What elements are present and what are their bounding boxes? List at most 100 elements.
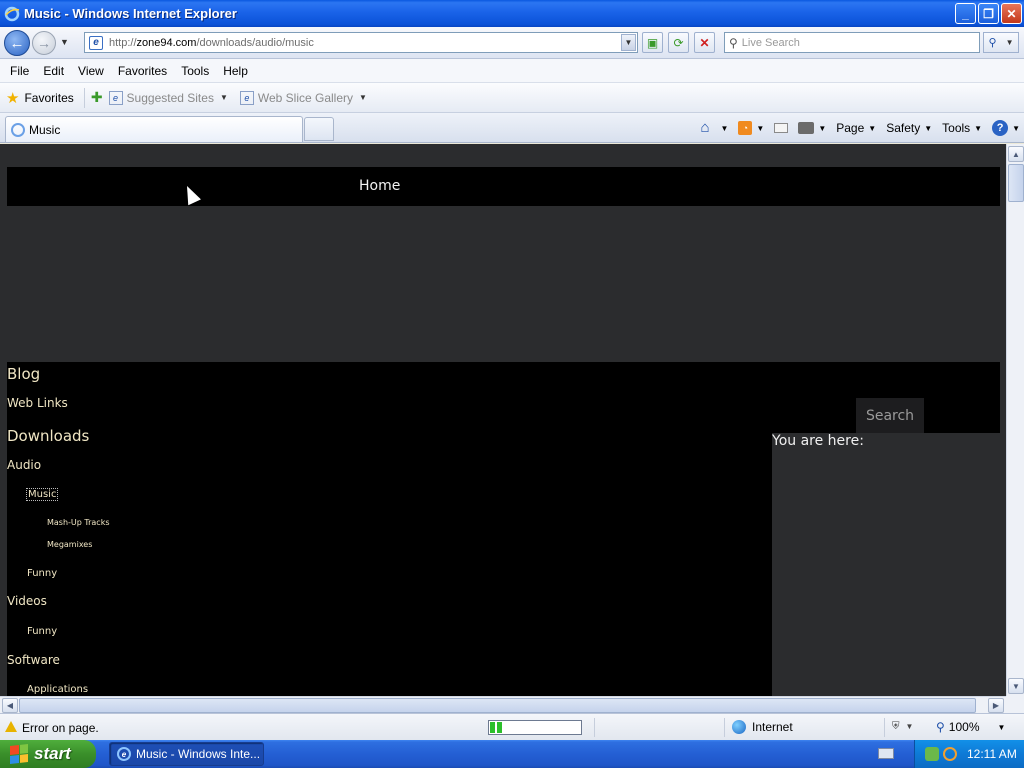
recent-pages-dropdown[interactable]: ▼ xyxy=(60,37,69,47)
protected-mode-button[interactable]: ⛨ ▼ xyxy=(892,721,913,732)
address-bar[interactable]: e http://zone94.com/downloads/audio/musi… xyxy=(84,32,638,53)
title-bar: Music - Windows Internet Explorer _ ❐ ✕ xyxy=(0,0,1024,27)
stop-button[interactable]: ✕ xyxy=(694,32,715,53)
home-link[interactable]: Home xyxy=(359,178,400,194)
vertical-scroll-thumb[interactable] xyxy=(1008,164,1024,202)
suggested-sites-link[interactable]: e Suggested Sites ▼ xyxy=(108,90,228,105)
tools-menu[interactable]: Tools ▼ xyxy=(942,121,982,135)
clock: 12:11 AM xyxy=(967,747,1017,761)
tab-music[interactable]: Music xyxy=(5,116,303,142)
new-tab-button[interactable] xyxy=(304,117,334,141)
tools-menu-label: Tools xyxy=(942,121,971,135)
chevron-down-icon: ▼ xyxy=(1012,123,1020,133)
chevron-down-icon: ▼ xyxy=(997,722,1006,732)
minimize-button[interactable]: _ xyxy=(955,3,976,24)
help-button[interactable]: ? ▼ xyxy=(992,120,1020,136)
menu-file[interactable]: File xyxy=(3,62,36,80)
safety-menu[interactable]: Safety ▼ xyxy=(886,121,932,135)
chevron-down-icon: ▼ xyxy=(359,93,367,102)
nav-audio-funny[interactable]: Funny xyxy=(27,568,57,579)
nav-web-links[interactable]: Web Links xyxy=(7,396,68,410)
chevron-down-icon: ▼ xyxy=(924,123,933,133)
loading-icon xyxy=(11,122,25,137)
suggested-sites-label: Suggested Sites xyxy=(126,90,214,105)
vertical-scrollbar[interactable]: ▲ ▼ xyxy=(1006,144,1024,696)
compatibility-view-button[interactable]: ▣ xyxy=(642,32,663,53)
chevron-down-icon: ▼ xyxy=(756,123,765,133)
feeds-button[interactable]: ◔ ▼ xyxy=(738,121,764,135)
nav-music[interactable]: Music xyxy=(26,488,59,501)
nav-mash-up-tracks[interactable]: Mash-Up Tracks xyxy=(47,518,110,527)
menu-help[interactable]: Help xyxy=(216,62,255,80)
menu-edit[interactable]: Edit xyxy=(36,62,71,80)
page-icon: e xyxy=(239,90,254,105)
nav-software[interactable]: Software xyxy=(7,653,60,667)
address-dropdown-button[interactable]: ▼ xyxy=(621,34,636,51)
nav-applications[interactable]: Applications xyxy=(27,684,88,695)
taskbar-window-item[interactable]: e Music - Windows Inte... xyxy=(109,742,264,766)
status-bar: Error on page. Internet ⛨ ▼ ⚲ 100% ▼ xyxy=(0,713,1024,740)
forward-button[interactable]: → xyxy=(32,31,56,55)
page-menu[interactable]: Page ▼ xyxy=(836,121,876,135)
ie-icon: e xyxy=(117,747,131,761)
menu-tools[interactable]: Tools xyxy=(174,62,216,80)
horizontal-scroll-thumb[interactable] xyxy=(19,698,976,713)
safety-menu-label: Safety xyxy=(886,121,921,135)
read-mail-button[interactable] xyxy=(774,123,789,133)
chevron-down-icon: ▼ xyxy=(219,93,228,102)
keyboard-icon[interactable] xyxy=(878,748,894,759)
back-button[interactable]: ← xyxy=(4,30,30,56)
print-button[interactable]: ▼ xyxy=(798,122,826,134)
nav-megamixes[interactable]: Megamixes xyxy=(47,540,92,549)
network-icon[interactable] xyxy=(925,747,939,761)
scroll-down-button[interactable]: ▼ xyxy=(1008,678,1024,694)
status-message[interactable]: Error on page. xyxy=(22,721,99,735)
search-options-dropdown[interactable]: ▼ xyxy=(1006,38,1014,47)
zoom-control[interactable]: ⚲ 100% ▼ xyxy=(936,720,1005,734)
printer-icon xyxy=(798,122,815,134)
nav-audio[interactable]: Audio xyxy=(7,458,41,472)
scroll-left-button[interactable]: ◀ xyxy=(2,698,18,713)
nav-blog[interactable]: Blog xyxy=(7,365,40,383)
refresh-button[interactable]: ⟳ xyxy=(668,32,689,53)
search-go-button[interactable]: ⚲ ▼ xyxy=(983,32,1019,53)
maximize-button[interactable]: ❐ xyxy=(978,3,999,24)
refresh-icon: ⟳ xyxy=(673,35,684,50)
command-bar: ⌂ ▼ ◔ ▼ ▼ Page ▼ Safety ▼ Tools ▼ ? ▼ xyxy=(690,117,1020,139)
warning-icon[interactable] xyxy=(5,721,17,732)
web-slice-gallery-link[interactable]: e Web Slice Gallery ▼ xyxy=(239,90,367,105)
add-to-favorites-icon[interactable]: ✚ xyxy=(91,89,103,106)
address-url[interactable]: http://zone94.com/downloads/audio/music xyxy=(109,37,314,49)
web-slice-gallery-label: Web Slice Gallery xyxy=(257,90,354,105)
nav-videos-funny[interactable]: Funny xyxy=(27,626,57,637)
compatibility-icon: ▣ xyxy=(646,35,659,50)
nav-videos[interactable]: Videos xyxy=(7,594,47,608)
start-button[interactable]: start xyxy=(0,740,96,768)
taskbar-window-label: Music - Windows Inte... xyxy=(136,747,261,761)
page-icon: e xyxy=(108,90,123,105)
search-button[interactable]: Search xyxy=(856,398,924,433)
taskbar: start e Music - Windows Inte... 12:11 AM xyxy=(0,740,1024,768)
page-icon: e xyxy=(89,35,103,50)
scroll-right-button[interactable]: ▶ xyxy=(988,698,1004,713)
mail-icon xyxy=(774,123,789,133)
progress-fill xyxy=(490,722,504,733)
chevron-down-icon: ▼ xyxy=(818,123,827,133)
close-button[interactable]: ✕ xyxy=(1001,3,1022,24)
progress-bar xyxy=(488,720,582,735)
security-zone[interactable]: Internet xyxy=(732,720,793,734)
menu-favorites[interactable]: Favorites xyxy=(111,62,174,80)
menu-view[interactable]: View xyxy=(71,62,111,80)
chevron-down-icon: ▼ xyxy=(720,123,729,133)
horizontal-scrollbar[interactable]: ◀ ▶ xyxy=(0,696,1006,713)
scroll-up-button[interactable]: ▲ xyxy=(1008,146,1024,162)
search-tray-icon[interactable] xyxy=(943,747,957,761)
system-tray: 12:11 AM xyxy=(914,740,1024,768)
home-button[interactable]: ⌂ ▼ xyxy=(700,120,729,135)
status-separator xyxy=(884,718,885,737)
favorites-button[interactable]: ★ Favorites xyxy=(6,89,74,107)
side-navigation-panel xyxy=(7,362,772,696)
forward-arrow-icon: → xyxy=(37,35,51,51)
nav-downloads[interactable]: Downloads xyxy=(7,427,89,445)
search-box[interactable]: ⚲ Live Search xyxy=(724,32,980,53)
